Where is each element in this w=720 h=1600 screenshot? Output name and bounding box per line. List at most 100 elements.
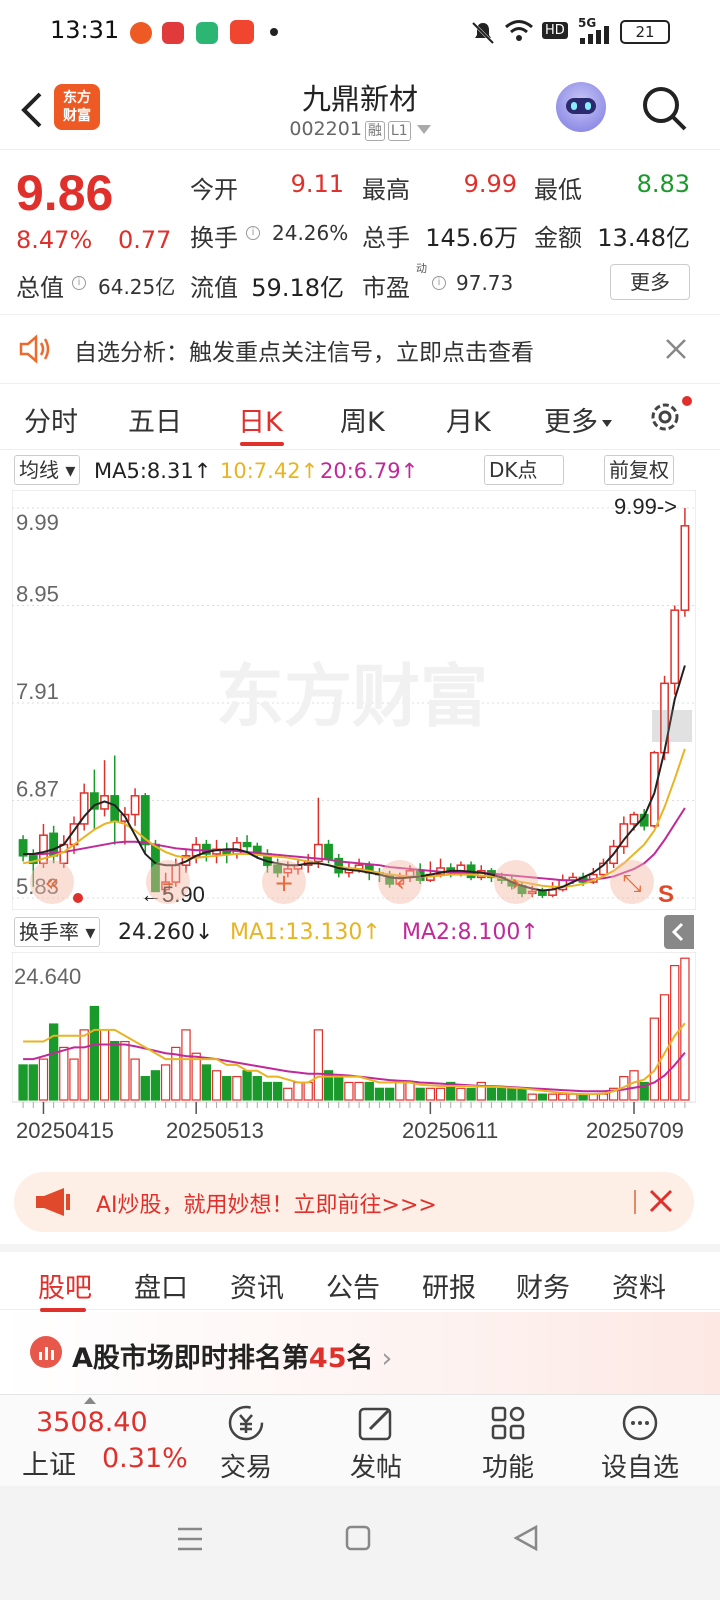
- dk-point-button[interactable]: DK点 ◢: [484, 455, 564, 510]
- turnover-bar: [211, 1070, 222, 1101]
- close-icon[interactable]: [648, 1188, 674, 1214]
- market-rank-card[interactable]: A股市场即时排名第45名 ›: [0, 1312, 720, 1394]
- close-icon[interactable]: [664, 337, 688, 361]
- index-change[interactable]: 0.31%: [102, 1443, 188, 1474]
- turnover-bar: [425, 1087, 436, 1101]
- ma2-value: MA2:8.100↑: [402, 920, 539, 945]
- ma5-value-text: MA5:8.31: [94, 459, 194, 483]
- tab-profile[interactable]: 资料: [612, 1266, 666, 1305]
- back-triangle-icon[interactable]: [512, 1524, 540, 1552]
- turnover-bar: [507, 1087, 517, 1101]
- turnover-bar: [395, 1081, 405, 1101]
- turnover-bar: [242, 1070, 252, 1101]
- turnover-bar: [537, 1093, 548, 1101]
- app-notification-icon: [162, 22, 184, 44]
- info-icon[interactable]: i: [72, 276, 86, 290]
- settings-gear-icon[interactable]: [646, 398, 684, 436]
- more-notifications-dot: [270, 28, 278, 36]
- turnover-bar: [262, 1081, 273, 1101]
- stock-header: 东方 财富 九鼎新材 002201 融 L1: [0, 64, 720, 150]
- x-tick-label: 20250709: [586, 1118, 684, 1143]
- turnover-bar: [38, 1058, 49, 1101]
- turnover-bar: [110, 1040, 120, 1101]
- turnover-bar: [466, 1087, 476, 1101]
- y-tick-label: 6.87: [16, 777, 59, 802]
- info-icon[interactable]: i: [432, 276, 446, 290]
- turnover-bar: [150, 1070, 161, 1101]
- stock-name: 九鼎新材: [301, 82, 418, 116]
- video-app-icon: [230, 20, 254, 44]
- more-button[interactable]: 更多: [610, 264, 690, 300]
- tab-daily-k[interactable]: 日K: [238, 400, 283, 439]
- dk-point-label: DK点: [489, 458, 538, 482]
- tab-monthly-k[interactable]: 月K: [446, 400, 491, 439]
- volume-value: 145.6万: [425, 224, 518, 252]
- chevron-down-icon[interactable]: [416, 125, 431, 134]
- expand-up-icon[interactable]: [84, 1397, 96, 1404]
- y-tick-label: 9.99: [16, 510, 59, 535]
- tab-weekly-k[interactable]: 周K: [340, 400, 385, 439]
- notification-dot: [682, 396, 692, 406]
- turnover-bar: [547, 1093, 558, 1101]
- chart-nav-icon: +: [274, 869, 294, 897]
- float-cap-value: 59.18亿: [251, 274, 344, 302]
- turnover-bar: [486, 1087, 497, 1101]
- tab-announcements[interactable]: 公告: [326, 1266, 380, 1305]
- ai-promo-banner[interactable]: AI炒股，就用妙想！立即前往>>>: [14, 1172, 694, 1232]
- candle-body: [130, 795, 140, 816]
- chart-nav-icon: ›: [511, 869, 521, 897]
- turnover-selector-label: 换手率: [19, 920, 79, 944]
- index-name[interactable]: 上证: [22, 1443, 76, 1482]
- margin-tag: 融: [364, 121, 385, 141]
- speaker-icon: [19, 334, 50, 364]
- turnover-bar: [303, 1081, 313, 1101]
- collapse-panel-button[interactable]: [664, 915, 694, 949]
- nav-functions[interactable]: 功能: [458, 1395, 558, 1487]
- tab-financials[interactable]: 财务: [516, 1266, 570, 1305]
- x-tick-label: 20250513: [166, 1118, 264, 1143]
- ai-assistant-robot-icon[interactable]: [556, 82, 606, 132]
- tab-order-book[interactable]: 盘口: [134, 1266, 188, 1305]
- tab-five-day[interactable]: 五日: [128, 400, 182, 439]
- turnover-bar: [435, 1087, 446, 1101]
- alert-banner[interactable]: 自选分析：触发重点关注信号，立即点击查看: [0, 314, 720, 384]
- info-icon[interactable]: i: [246, 226, 260, 240]
- kline-chart[interactable]: 东方财富 9.998.957.916.875.83 9.99->←5.90 S« –…: [12, 490, 696, 910]
- turnover-chart[interactable]: 24.640 20250415 20250513 20250611 20250709: [12, 952, 696, 1152]
- status-time: 13:31: [50, 16, 120, 44]
- menu-icon[interactable]: [176, 1526, 204, 1552]
- price-highlight-box: [652, 710, 692, 742]
- turnover-bar: [334, 1076, 344, 1101]
- tab-news[interactable]: 资讯: [230, 1266, 284, 1305]
- adjust-button[interactable]: 前复权: [604, 455, 674, 485]
- chevron-right-icon: ›: [381, 1343, 393, 1374]
- turnover-selector[interactable]: 换手率 ▾: [14, 917, 101, 947]
- sell-signal-marker: S: [658, 881, 674, 908]
- turnover-value-legend: 24.260↓: [118, 920, 214, 945]
- chevron-left-icon: [671, 922, 684, 942]
- nav-post[interactable]: 发帖: [326, 1395, 426, 1487]
- pe-label: 市盈: [362, 274, 410, 302]
- rank-chart-icon: [30, 1336, 62, 1368]
- home-square-icon[interactable]: [344, 1524, 372, 1552]
- open-value: 9.11: [290, 170, 344, 198]
- turnover-bar: [99, 1029, 110, 1101]
- chart-nav-icon: ⤡: [622, 869, 641, 897]
- nav-trade[interactable]: 交易: [196, 1395, 296, 1487]
- quote-panel: 9.86 8.47% 0.77 今开 9.11 最高 9.99 最低 8.83 …: [0, 150, 720, 310]
- turnover-bar: [232, 1076, 242, 1101]
- nav-add-watchlist[interactable]: 设自选: [590, 1395, 690, 1487]
- tab-more[interactable]: 更多: [544, 400, 612, 439]
- turnover-bar: [313, 1029, 324, 1101]
- index-value[interactable]: 3508.40: [36, 1407, 148, 1438]
- edit-post-icon: [358, 1407, 392, 1441]
- indicator-selector[interactable]: 均线 ▾: [14, 455, 81, 485]
- search-icon[interactable]: [640, 84, 688, 132]
- tab-intraday[interactable]: 分时: [24, 400, 78, 439]
- market-cap-label: 总值: [16, 274, 64, 302]
- nav-trade-label: 交易: [219, 1453, 272, 1483]
- tab-guba[interactable]: 股吧: [38, 1266, 92, 1305]
- turnover-bar: [344, 1081, 354, 1101]
- tab-research[interactable]: 研报: [422, 1266, 476, 1305]
- rank-text: A股市场即时排名第45名 ›: [72, 1336, 392, 1375]
